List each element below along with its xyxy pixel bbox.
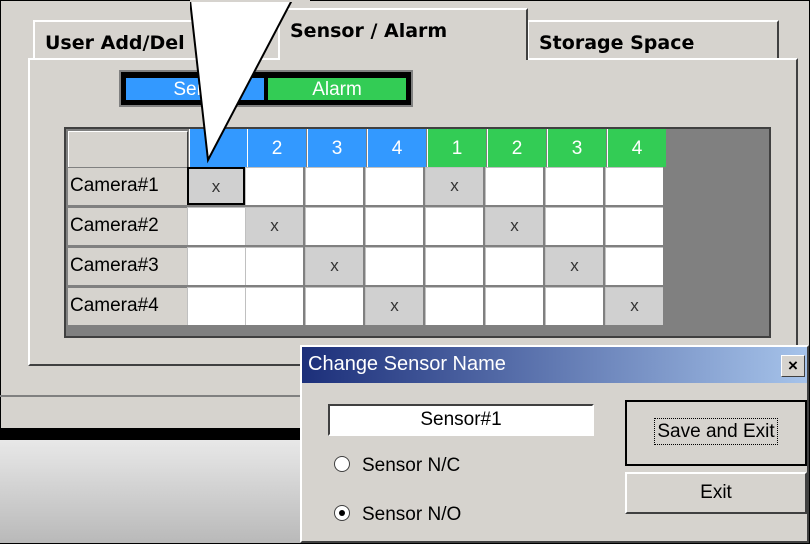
background-gradient bbox=[0, 440, 300, 543]
grid-cell[interactable] bbox=[545, 167, 603, 205]
row-header-camera: Camera#3 bbox=[68, 247, 190, 285]
sensor-column-header: 4 bbox=[367, 129, 426, 167]
alarm-column-header: 3 bbox=[547, 129, 606, 167]
tab-label: Storage Space bbox=[539, 32, 695, 54]
grid-cell[interactable] bbox=[605, 247, 663, 285]
exit-button[interactable]: Exit bbox=[625, 472, 807, 514]
row-header-camera: Camera#4 bbox=[68, 287, 190, 325]
row-header-camera: Camera#2 bbox=[68, 207, 190, 245]
button-label: Save and Exit bbox=[654, 418, 778, 445]
grid-cell[interactable] bbox=[245, 287, 303, 325]
grid-cell[interactable] bbox=[187, 247, 245, 285]
close-button[interactable]: × bbox=[781, 355, 805, 377]
grid-cell[interactable] bbox=[305, 207, 363, 245]
grid-corner bbox=[68, 131, 188, 168]
sensor-alarm-grid: 2 3 4 1 2 3 4 Camera#1 x x Camera#2 x x Camera#3 x x Cam… bbox=[64, 127, 771, 338]
background-band bbox=[0, 428, 300, 440]
radio-label: Sensor N/O bbox=[362, 504, 462, 525]
close-icon: × bbox=[788, 356, 798, 375]
grid-cell[interactable]: x bbox=[545, 247, 603, 285]
tab-storage-space[interactable]: Storage Space bbox=[527, 20, 779, 60]
grid-cell[interactable] bbox=[425, 287, 483, 325]
grid-cell[interactable] bbox=[425, 247, 483, 285]
sensor-column-header: 3 bbox=[307, 129, 366, 167]
grid-cell[interactable] bbox=[365, 167, 423, 205]
grid-cell[interactable] bbox=[305, 167, 363, 205]
grid-cell[interactable]: x bbox=[485, 207, 543, 245]
grid-cell[interactable] bbox=[485, 247, 543, 285]
grid-cell[interactable] bbox=[187, 287, 245, 325]
grid-cell[interactable]: x bbox=[305, 247, 363, 285]
tab-label: User Add/Del bbox=[45, 32, 185, 54]
save-and-exit-button[interactable]: Save and Exit bbox=[625, 400, 807, 466]
grid-cell[interactable] bbox=[305, 287, 363, 325]
radio-circle[interactable] bbox=[334, 456, 350, 472]
grid-cell[interactable] bbox=[245, 247, 303, 285]
grid-cell[interactable] bbox=[605, 207, 663, 245]
radio-sensor-nc[interactable]: Sensor N/C bbox=[334, 455, 460, 477]
divider bbox=[0, 395, 300, 397]
alarm-column-header: 4 bbox=[607, 129, 666, 167]
grid-cell[interactable] bbox=[545, 207, 603, 245]
tab-sensor-alarm[interactable]: Sensor / Alarm bbox=[278, 8, 528, 60]
sensor-name-field[interactable]: Sensor#1 bbox=[328, 404, 594, 436]
grid-cell[interactable]: x bbox=[245, 207, 303, 245]
row-header-camera: Camera#1 bbox=[68, 167, 190, 205]
grid-cell[interactable] bbox=[365, 247, 423, 285]
grid-cell[interactable] bbox=[187, 207, 245, 245]
grid-cell[interactable] bbox=[605, 167, 663, 205]
radio-sensor-no[interactable]: Sensor N/O bbox=[334, 504, 461, 526]
radio-label: Sensor N/C bbox=[362, 455, 461, 476]
grid-cell[interactable]: x bbox=[365, 287, 423, 325]
grid-cell[interactable] bbox=[425, 207, 483, 245]
grid-cell[interactable] bbox=[365, 207, 423, 245]
dialog-title: Change Sensor Name bbox=[308, 353, 506, 375]
grid-cell[interactable]: x bbox=[605, 287, 663, 325]
alarm-column-header: 1 bbox=[427, 129, 486, 167]
change-sensor-name-dialog: Change Sensor Name × Sensor#1 Sensor N/C… bbox=[300, 345, 809, 543]
grid-cell[interactable]: x bbox=[425, 167, 483, 205]
grid-cell[interactable] bbox=[545, 287, 603, 325]
alarm-column-header: 2 bbox=[487, 129, 546, 167]
button-label: Exit bbox=[700, 482, 732, 503]
radio-circle[interactable] bbox=[334, 505, 350, 521]
grid-cell[interactable] bbox=[485, 167, 543, 205]
callout-pointer bbox=[190, 0, 310, 164]
tab-label: Sensor / Alarm bbox=[290, 20, 448, 42]
grid-cell[interactable] bbox=[485, 287, 543, 325]
dialog-titlebar[interactable]: Change Sensor Name × bbox=[302, 347, 807, 383]
